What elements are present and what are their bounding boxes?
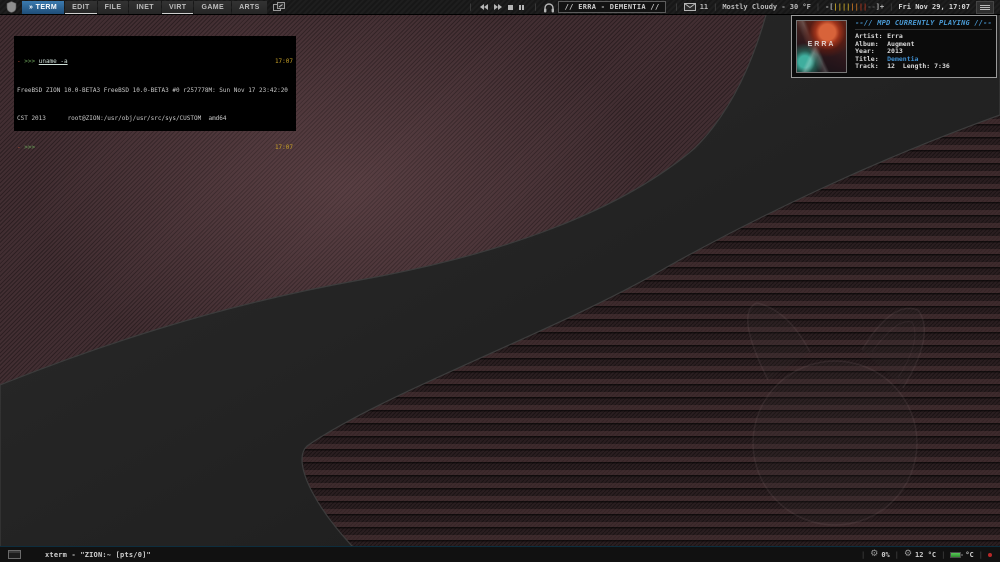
- battery-icon: [950, 551, 964, 558]
- tab-game[interactable]: GAME: [194, 0, 232, 14]
- power-icon[interactable]: [988, 552, 992, 557]
- rewind-button[interactable]: [480, 4, 489, 10]
- album-art-text: ERRA: [807, 41, 836, 48]
- terminal-line: 17:07- >>>: [17, 143, 293, 151]
- fast-forward-icon: [498, 4, 503, 10]
- pager-button[interactable]: [272, 2, 285, 12]
- terminal-window[interactable]: 17:07- >>> uname -a FreeBSD ZION 10.0-BE…: [14, 36, 296, 151]
- cpu-temp: 12 °C: [915, 550, 937, 559]
- mpd-album-row: Album: Augment: [855, 39, 915, 48]
- pause-icon: [522, 4, 525, 10]
- weather-status: Mostly Cloudy - 30 °F: [722, 3, 811, 11]
- bottom-bar: xterm - "ZION:~ [pts/0]" | ⚙ 0% | ⚙ 12 °…: [0, 546, 1000, 562]
- headphones-icon: [543, 2, 554, 12]
- tab-term[interactable]: » TERM: [22, 0, 65, 14]
- menu-icon: [980, 8, 990, 10]
- terminal-line: FreeBSD ZION 10.0-BETA3 FreeBSD 10.0-BET…: [17, 86, 288, 94]
- cpu-usage: 0%: [881, 550, 890, 559]
- volume-indicator[interactable]: -[||||||||--]+: [825, 3, 884, 11]
- pager-icon: [272, 2, 285, 11]
- stop-icon: [508, 4, 514, 10]
- top-bar: » TERM EDIT FILE INET VIRT GAME ARTS | |: [0, 0, 1000, 15]
- temp-gear-icon: ⚙: [903, 549, 913, 559]
- terminal-line: 17:07- >>> uname -a: [17, 58, 293, 65]
- launcher-button[interactable]: [6, 1, 17, 13]
- mail-count: 11: [699, 3, 709, 11]
- tab-edit[interactable]: EDIT: [65, 0, 97, 14]
- menu-icon: [980, 6, 990, 8]
- tab-file[interactable]: FILE: [97, 0, 129, 14]
- pause-button[interactable]: [519, 4, 525, 10]
- terminal-icon: [8, 550, 21, 559]
- album-art: ERRA: [796, 20, 848, 73]
- menu-button[interactable]: [976, 0, 994, 14]
- tab-inet[interactable]: INET: [129, 0, 161, 14]
- shield-icon: [6, 1, 17, 13]
- rewind-icon: [484, 4, 489, 10]
- mpd-header: --// MPD CURRENTLY PLAYING //--: [855, 19, 992, 30]
- status-line: | | // ERRA - DEMENTIA // | 11 | Mostly …: [463, 0, 1000, 14]
- pause-icon: [519, 4, 522, 10]
- tab-virt[interactable]: VIRT: [161, 0, 194, 14]
- battery-temp: °C: [965, 550, 974, 559]
- cpu-gear-icon: ⚙: [870, 549, 879, 559]
- mpd-widget: ERRA --// MPD CURRENTLY PLAYING //-- Art…: [791, 15, 997, 78]
- mail-icon: [683, 3, 696, 11]
- stop-button[interactable]: [508, 4, 514, 10]
- fast-forward-button[interactable]: [494, 4, 503, 10]
- terminal-line: CST 2013 root@ZION:/usr/obj/usr/src/sys/…: [17, 115, 227, 122]
- now-playing-badge: // ERRA - DEMENTIA //: [557, 1, 667, 13]
- tab-arts[interactable]: ARTS: [232, 0, 267, 14]
- mpd-track-row: Track: 12 Length: 7:36: [855, 62, 950, 71]
- clock: Fri Nov 29, 17:07: [898, 3, 970, 11]
- menu-icon: [980, 4, 990, 6]
- desktop: » TERM EDIT FILE INET VIRT GAME ARTS | |: [0, 0, 1000, 562]
- taskbar-window-title[interactable]: xterm - "ZION:~ [pts/0]": [45, 551, 151, 559]
